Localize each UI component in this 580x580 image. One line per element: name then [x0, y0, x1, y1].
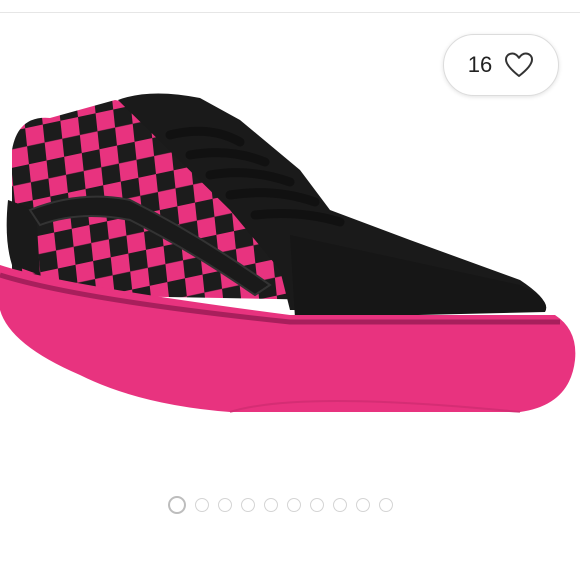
product-image — [0, 93, 576, 413]
pager-dot[interactable] — [264, 498, 278, 512]
image-pager — [168, 496, 393, 514]
like-count: 16 — [467, 52, 493, 77]
pager-dot[interactable] — [333, 498, 347, 512]
pager-dot[interactable] — [241, 498, 255, 512]
pager-dot[interactable] — [379, 498, 393, 512]
top-divider — [0, 0, 580, 13]
like-button[interactable]: 16 — [443, 34, 559, 96]
pager-dot[interactable] — [310, 498, 324, 512]
pager-dot[interactable] — [287, 498, 301, 512]
heart-icon — [505, 52, 534, 77]
pager-dot[interactable] — [195, 498, 209, 512]
pager-dot[interactable] — [356, 498, 370, 512]
pager-dot[interactable] — [168, 496, 186, 514]
pager-dot[interactable] — [218, 498, 232, 512]
